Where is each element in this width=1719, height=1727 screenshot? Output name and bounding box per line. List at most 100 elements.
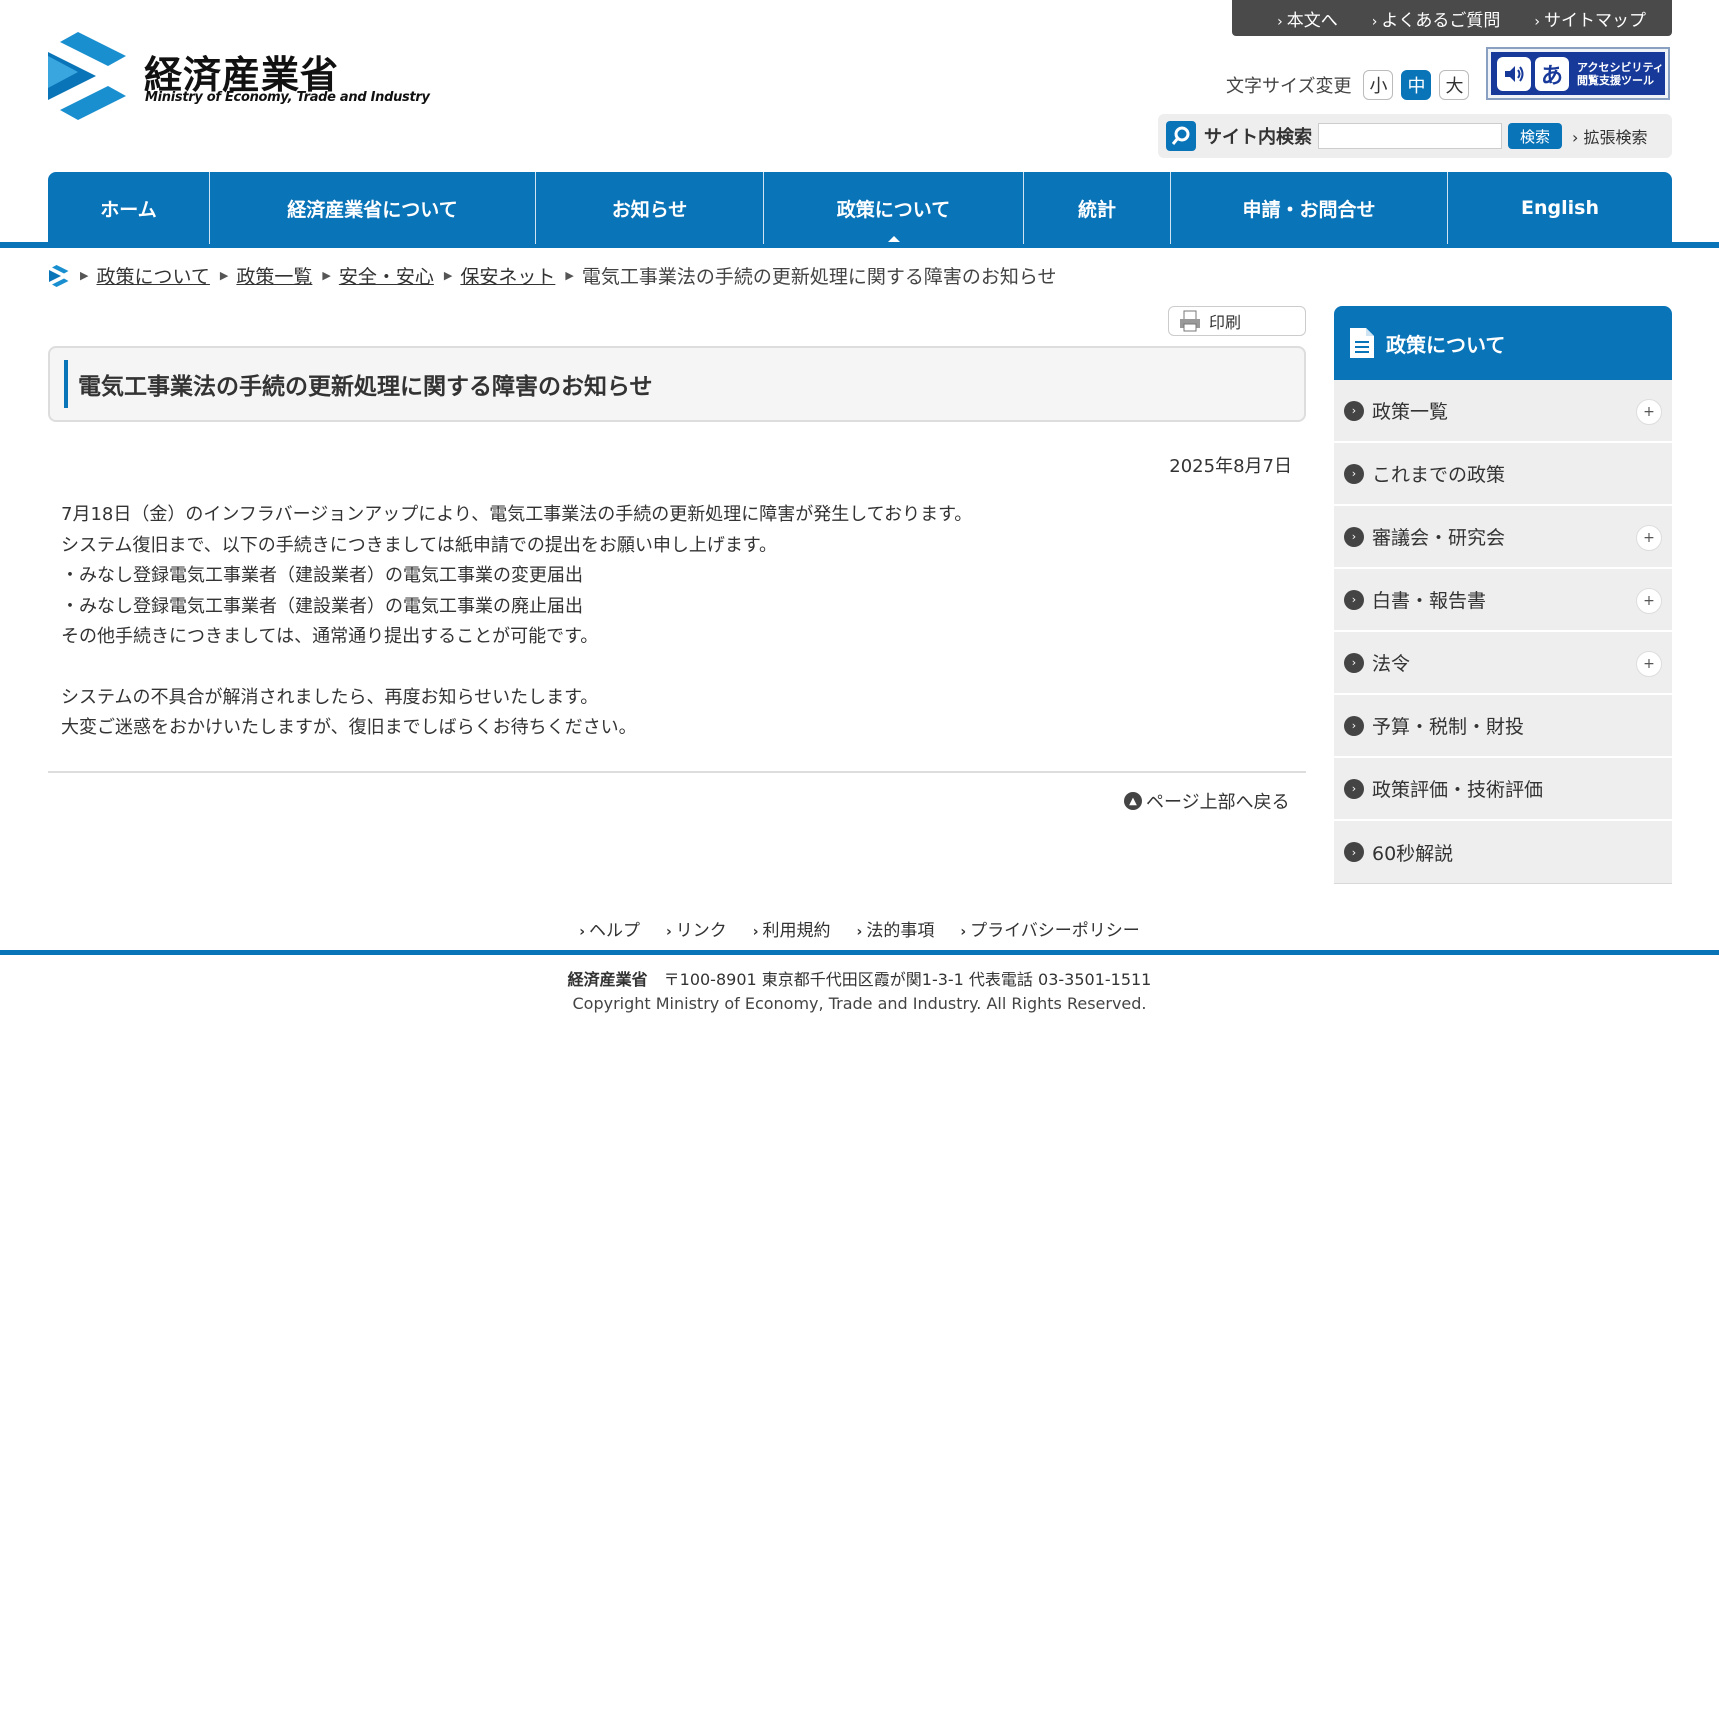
- speaker-icon: [1497, 56, 1531, 91]
- document-icon: [1350, 328, 1374, 358]
- home-logo-icon[interactable]: [48, 264, 70, 287]
- chevron-right-icon: ›: [1277, 13, 1283, 30]
- expand-plus-icon[interactable]: +: [1636, 588, 1662, 614]
- sidebar-title[interactable]: 政策について: [1334, 306, 1672, 380]
- footer-link-privacy[interactable]: › プライバシーポリシー: [960, 916, 1139, 941]
- breadcrumb-separator-icon: ▶: [322, 269, 331, 282]
- site-search: サイト内検索 検索 › 拡張検索: [1158, 114, 1672, 158]
- print-button[interactable]: 印刷: [1168, 306, 1306, 336]
- body-paragraph: その他手続きにつきましては、通常通り提出することが可能です。: [61, 626, 599, 647]
- printer-icon: [1180, 310, 1200, 332]
- chevron-right-icon: ›: [1344, 842, 1364, 862]
- expand-plus-icon[interactable]: +: [1636, 399, 1662, 425]
- breadcrumb-link-hoan-net[interactable]: 保安ネット: [460, 262, 555, 289]
- footer-link-terms[interactable]: › 利用規約: [753, 916, 831, 941]
- footer-divider: [0, 950, 1719, 955]
- chevron-right-icon: ›: [1371, 13, 1378, 30]
- expand-plus-icon[interactable]: +: [1636, 651, 1662, 677]
- accessibility-tool-button[interactable]: あ アクセシビリティ 閲覧支援ツール: [1486, 47, 1670, 100]
- body-paragraph: 7月18日（金）のインフラバージョンアップにより、電気工事業法の手続の更新処理に…: [61, 504, 973, 525]
- footer-links: › ヘルプ › リンク › 利用規約 › 法的事項 › プライバシーポリシー: [0, 916, 1719, 941]
- meti-logo-icon: [48, 32, 126, 120]
- nav-applications-contact[interactable]: 申請・お問合せ: [1171, 172, 1448, 244]
- sidebar: 政策について › 政策一覧 + › これまでの政策 › 審議会・研究会 + › …: [1334, 306, 1672, 884]
- nav-policy[interactable]: 政策について: [764, 172, 1024, 244]
- font-size-medium-button[interactable]: 中: [1401, 70, 1432, 100]
- footer-link-help[interactable]: › ヘルプ: [579, 916, 640, 941]
- breadcrumb-separator-icon: ▶: [443, 269, 453, 282]
- footer-org-name: 経済産業省: [567, 970, 648, 989]
- faq-link[interactable]: › よくあるご質問: [1372, 6, 1501, 31]
- sidebar-item-laws[interactable]: › 法令 +: [1334, 632, 1672, 695]
- chevron-right-icon: ›: [1344, 589, 1364, 610]
- body-paragraph: ・みなし登録電気工事業者（建設業者）の電気工事業の廃止届出: [61, 595, 583, 617]
- breadcrumb-link-safety[interactable]: 安全・安心: [339, 262, 434, 289]
- chevron-right-icon: ›: [579, 924, 585, 940]
- sidebar-item-councils[interactable]: › 審議会・研究会 +: [1334, 506, 1672, 569]
- chevron-right-icon: ›: [1572, 128, 1584, 147]
- chevron-right-icon: ›: [1344, 778, 1364, 799]
- logo-name-en: Ministry of Economy, Trade and Industry: [145, 90, 430, 105]
- chevron-right-icon: ›: [665, 924, 672, 940]
- accessibility-tool-label: アクセシビリティ 閲覧支援ツール: [1577, 60, 1664, 87]
- chevron-right-icon: ›: [1344, 526, 1364, 547]
- chevron-right-icon: ›: [856, 924, 863, 940]
- sidebar-item-60sec-explainer[interactable]: › 60秒解説: [1334, 821, 1672, 884]
- font-size-small-button[interactable]: 小: [1363, 70, 1394, 100]
- search-icon: [1166, 121, 1196, 151]
- utility-bar: › 本文へ › よくあるご質問 › サイトマップ: [1232, 0, 1672, 36]
- chevron-right-icon: ›: [1344, 400, 1364, 421]
- sidebar-item-policy-list[interactable]: › 政策一覧 +: [1334, 380, 1672, 443]
- sidebar-item-past-policies[interactable]: › これまでの政策: [1334, 443, 1672, 506]
- footer-address: 経済産業省 〒100-8901 東京都千代田区霞が関1-3-1 代表電話 03-3…: [567, 970, 1152, 989]
- chevron-right-icon: ›: [1534, 13, 1540, 30]
- article-body: 7月18日（金）のインフラバージョンアップにより、電気工事業法の手続の更新処理に…: [61, 500, 1291, 744]
- page-title: 電気工事業法の手続の更新処理に関する障害のお知らせ: [78, 374, 653, 400]
- body-paragraph: 大変ご迷惑をおかけいたしますが、復旧までしばらくお待ちください。: [61, 717, 637, 738]
- hiragana-a-icon: あ: [1535, 56, 1569, 91]
- chevron-right-icon: ›: [1344, 715, 1364, 736]
- footer-link-links[interactable]: › リンク: [666, 916, 727, 941]
- font-size-label: 文字サイズ変更: [1226, 76, 1352, 97]
- nav-news[interactable]: お知らせ: [536, 172, 764, 244]
- search-label: サイト内検索: [1204, 127, 1312, 148]
- footer-copyright: Copyright Ministry of Economy, Trade and…: [572, 994, 1147, 1013]
- nav-about-meti[interactable]: 経済産業省について: [210, 172, 536, 244]
- footer-link-legal[interactable]: › 法的事項: [857, 916, 935, 941]
- breadcrumb-link-policy[interactable]: 政策について: [96, 262, 209, 289]
- sidebar-item-policy-evaluation[interactable]: › 政策評価・技術評価: [1334, 758, 1672, 821]
- title-accent-bar: [64, 360, 68, 408]
- sidebar-item-budget-tax[interactable]: › 予算・税制・財投: [1334, 695, 1672, 758]
- nav-statistics[interactable]: 統計: [1024, 172, 1171, 244]
- breadcrumb-separator-icon: ▶: [565, 269, 574, 282]
- chevron-right-icon: ›: [1344, 463, 1364, 484]
- search-button[interactable]: 検索: [1508, 123, 1562, 149]
- breadcrumb-separator-icon: ▶: [219, 269, 229, 282]
- nav-home[interactable]: ホーム: [48, 172, 210, 244]
- site-logo[interactable]: 経済産業省 Ministry of Economy, Trade and Ind…: [48, 32, 430, 122]
- sidebar-item-white-papers[interactable]: › 白書・報告書 +: [1334, 569, 1672, 632]
- body-paragraph: システムの不具合が解消されましたら、再度お知らせいたします。: [61, 686, 599, 708]
- search-input[interactable]: [1318, 123, 1502, 149]
- breadcrumb-current: 電気工事業法の手続の更新処理に関する障害のお知らせ: [581, 266, 1057, 288]
- breadcrumb: ▶ 政策について ▶ 政策一覧 ▶ 安全・安心 ▶ 保安ネット ▶ 電気工事業法…: [48, 262, 1056, 289]
- font-size-large-button[interactable]: 大: [1439, 70, 1470, 100]
- global-nav: ホーム 経済産業省について お知らせ 政策について 統計 申請・お問合せ Eng…: [48, 172, 1672, 244]
- arrow-up-icon: ▲: [1124, 792, 1142, 810]
- skip-to-content-link[interactable]: › 本文へ: [1277, 6, 1338, 31]
- breadcrumb-link-policy-list[interactable]: 政策一覧: [236, 262, 312, 289]
- advanced-search-link[interactable]: › 拡張検索: [1572, 124, 1648, 148]
- breadcrumb-separator-icon: ▶: [80, 269, 89, 282]
- chevron-right-icon: ›: [960, 924, 967, 940]
- page-title-box: 電気工事業法の手続の更新処理に関する障害のお知らせ: [48, 346, 1306, 422]
- body-paragraph: システム復旧まで、以下の手続きにつきましては紙申請での提出をお願い申し上げます。: [61, 534, 778, 556]
- chevron-right-icon: ›: [752, 924, 759, 940]
- back-to-top-link[interactable]: ▲ ページ上部へ戻る: [1124, 788, 1290, 814]
- content-divider: [48, 771, 1306, 773]
- nav-english[interactable]: English: [1448, 172, 1672, 244]
- sitemap-link[interactable]: › サイトマップ: [1534, 6, 1646, 31]
- expand-plus-icon[interactable]: +: [1636, 525, 1662, 551]
- body-paragraph: ・みなし登録電気工事業者（建設業者）の電気工事業の変更届出: [61, 565, 583, 586]
- font-size-switcher: 文字サイズ変更 小 中 大: [1226, 70, 1470, 100]
